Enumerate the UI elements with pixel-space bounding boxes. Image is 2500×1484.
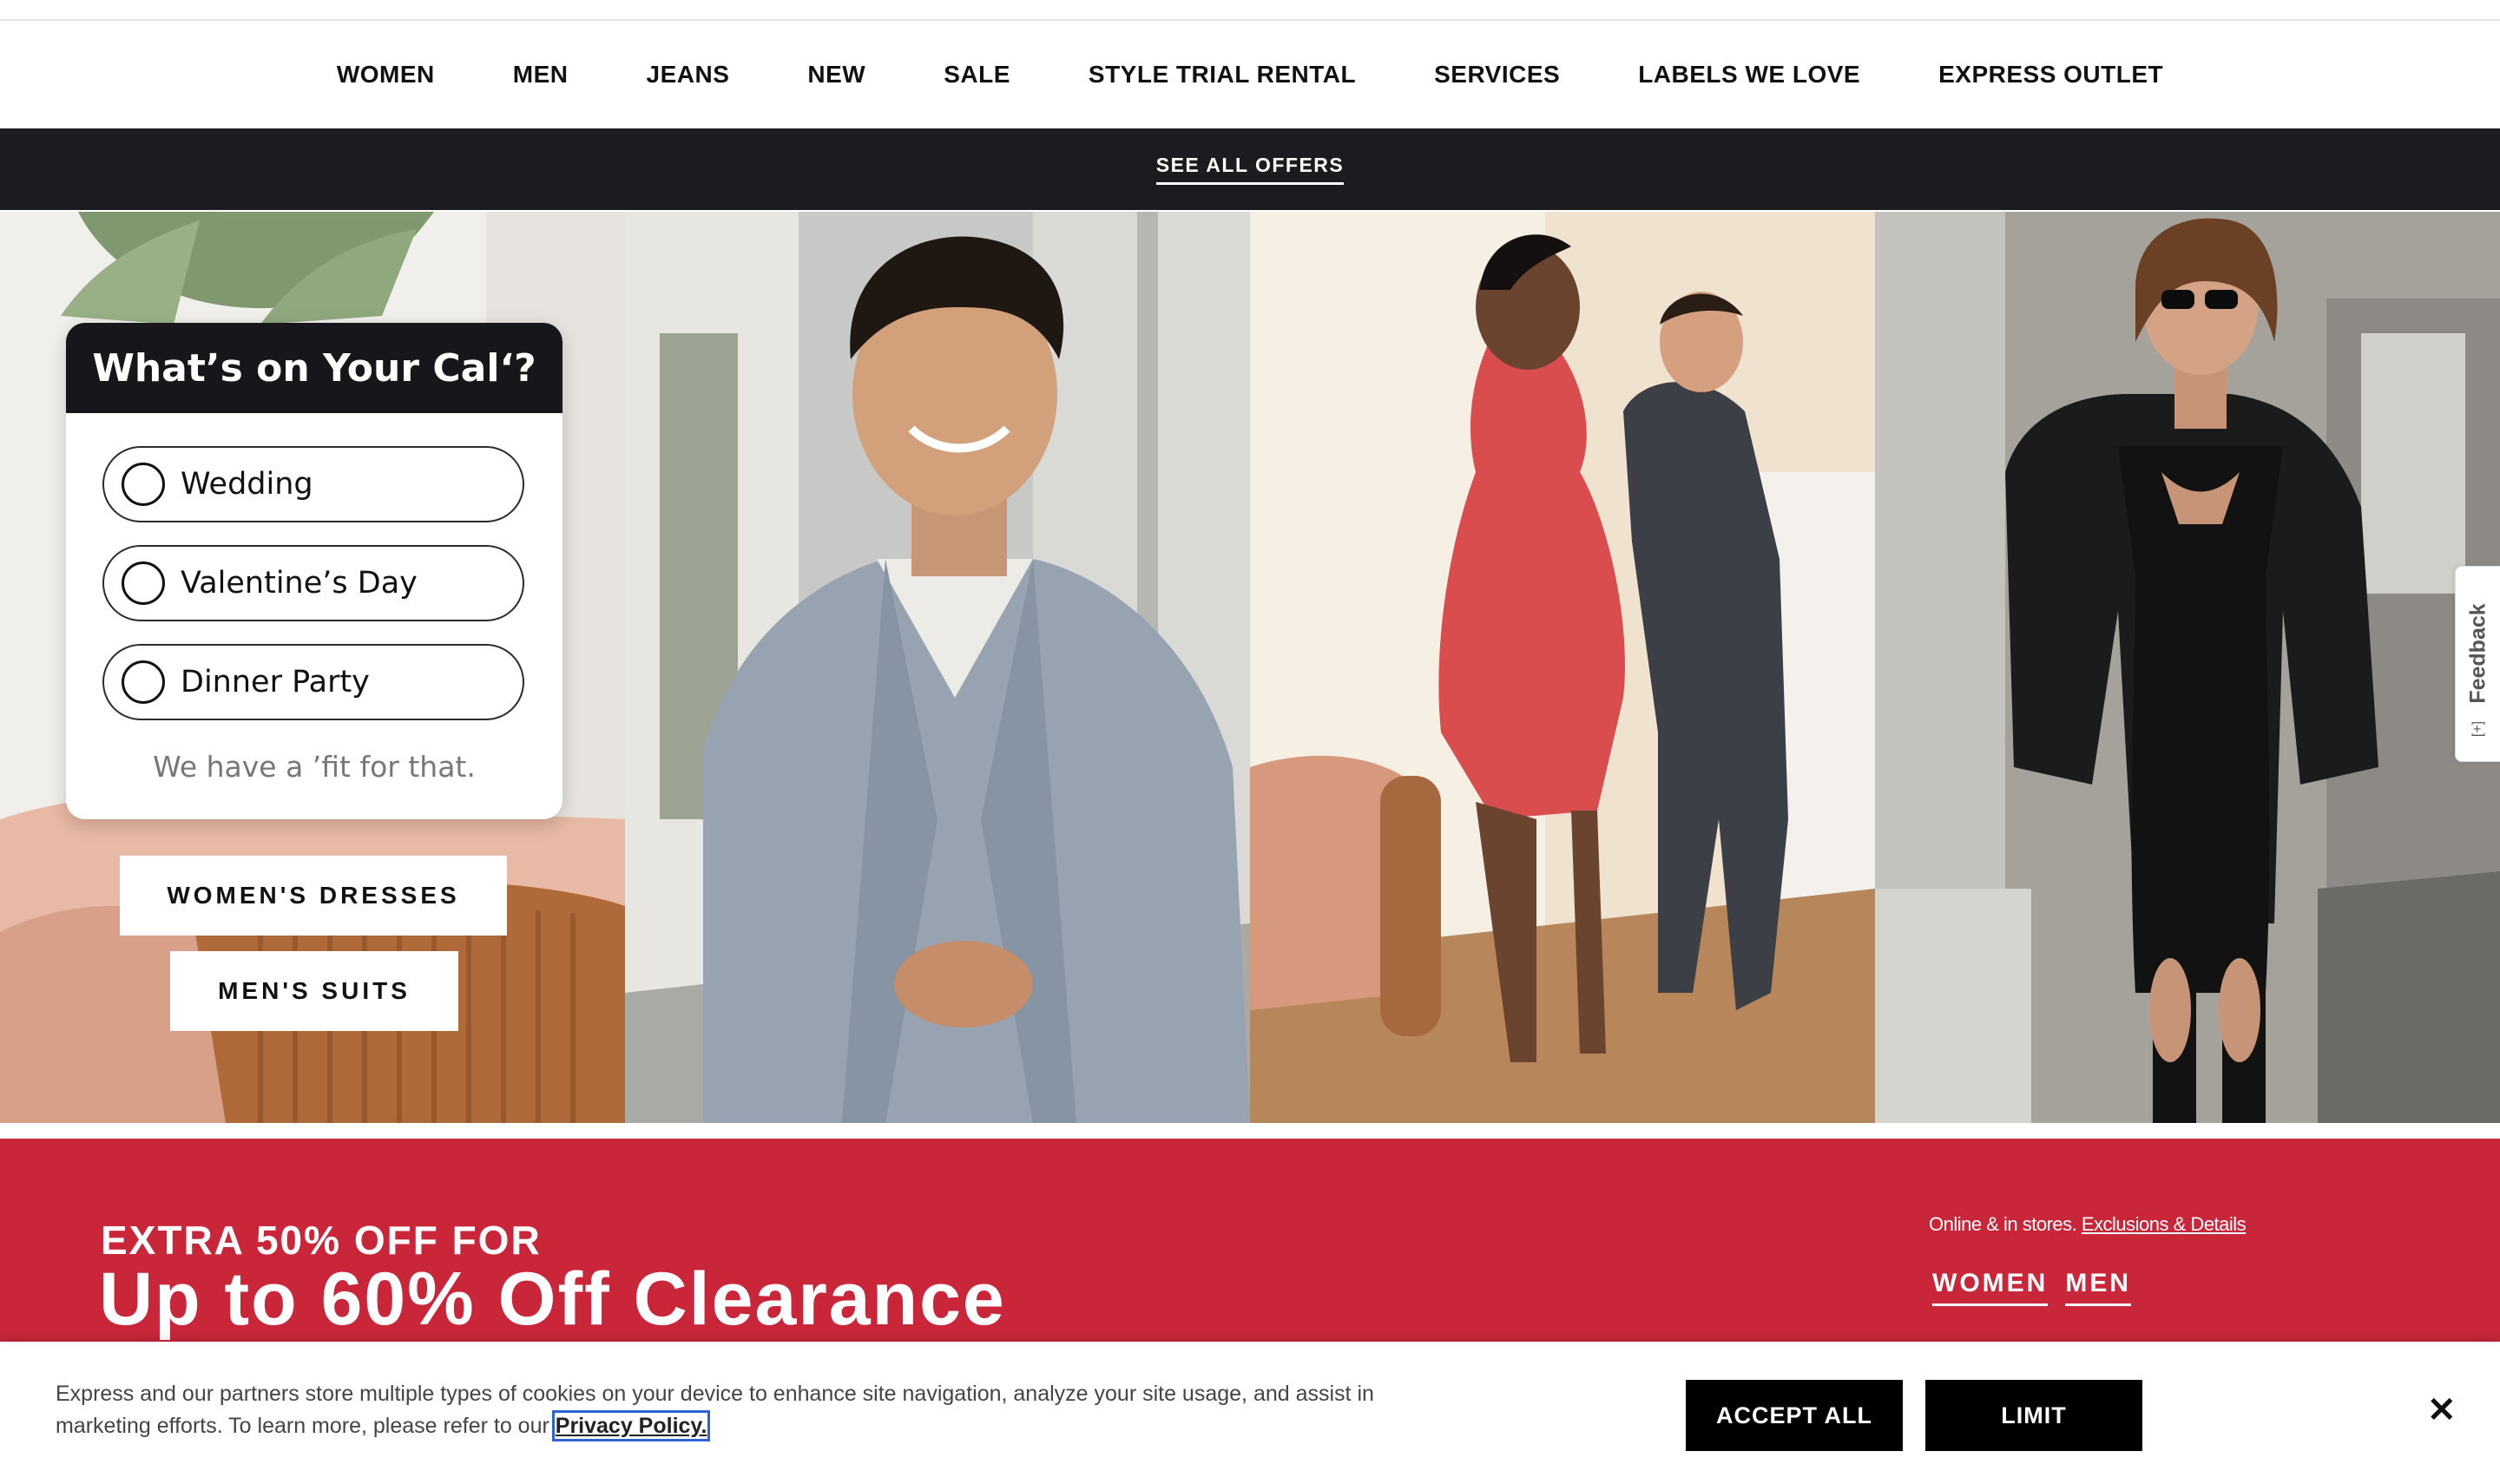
- couple-image: [1250, 212, 1875, 1123]
- exclusions-details-link[interactable]: Exclusions & Details: [2082, 1213, 2247, 1235]
- calendar-card-footer: We have a ’fit for that.: [153, 750, 476, 784]
- hero-tile-black-dress[interactable]: [1875, 212, 2500, 1123]
- nav-women[interactable]: WOMEN: [337, 61, 435, 89]
- calendar-card: What’s on Your Cal‘? Wedding Valentine’s…: [66, 323, 562, 819]
- nav-labels-we-love[interactable]: LABELS WE LOVE: [1638, 61, 1860, 89]
- promo-headline: Up to 60% Off Clearance: [99, 1257, 1006, 1341]
- feedback-label: Feedback: [2465, 603, 2490, 704]
- main-nav: WOMEN MEN JEANS NEW SALE STYLE TRIAL REN…: [0, 21, 2500, 128]
- close-icon[interactable]: ✕: [2427, 1390, 2457, 1430]
- radio-icon[interactable]: [122, 463, 165, 506]
- nav-men[interactable]: MEN: [513, 61, 569, 89]
- option-label: Wedding: [181, 467, 313, 502]
- cookie-banner: Express and our partners store multiple …: [0, 1342, 2500, 1484]
- calendar-card-title: What’s on Your Cal‘?: [66, 323, 562, 413]
- hero-tile-mens-suit[interactable]: [625, 212, 1250, 1123]
- radio-icon[interactable]: [122, 561, 165, 605]
- clearance-banner[interactable]: EXTRA 50% OFF FOR Up to 60% Off Clearanc…: [0, 1139, 2500, 1356]
- nav-express-outlet[interactable]: EXPRESS OUTLET: [1938, 61, 2163, 89]
- option-dinner-party[interactable]: Dinner Party: [102, 644, 524, 720]
- promo-men-link[interactable]: MEN: [2065, 1269, 2131, 1306]
- womens-dresses-button[interactable]: WOMEN'S DRESSES: [120, 856, 507, 936]
- nav-sale[interactable]: SALE: [944, 61, 1010, 89]
- promo-note-text: Online & in stores.: [1929, 1213, 2077, 1235]
- cookie-message-text: Express and our partners store multiple …: [56, 1382, 1374, 1438]
- promo-note: Online & in stores. Exclusions & Details: [1929, 1213, 2247, 1236]
- man-in-suit-image: [625, 212, 1250, 1123]
- promo-women-link[interactable]: WOMEN: [1932, 1269, 2049, 1306]
- mens-suits-button[interactable]: MEN'S SUITS: [170, 951, 458, 1031]
- nav-new[interactable]: NEW: [807, 61, 865, 89]
- feedback-tab[interactable]: Feedback [+]: [2455, 566, 2500, 762]
- promo-links: WOMEN MEN: [1932, 1269, 2131, 1306]
- radio-icon[interactable]: [122, 660, 165, 704]
- option-valentines-day[interactable]: Valentine’s Day: [102, 545, 524, 621]
- see-all-offers-link[interactable]: SEE ALL OFFERS: [1155, 154, 1345, 185]
- woman-black-dress-image: [1875, 212, 2500, 1123]
- privacy-policy-link[interactable]: Privacy Policy.: [551, 1410, 711, 1441]
- nav-jeans[interactable]: JEANS: [647, 61, 730, 89]
- cookie-message: Express and our partners store multiple …: [56, 1378, 1375, 1442]
- offers-bar: SEE ALL OFFERS: [0, 128, 2500, 210]
- expand-icon: [+]: [2470, 720, 2486, 738]
- nav-style-trial-rental[interactable]: STYLE TRIAL RENTAL: [1089, 61, 1356, 89]
- option-wedding[interactable]: Wedding: [102, 446, 524, 522]
- option-label: Valentine’s Day: [181, 566, 418, 601]
- nav-services[interactable]: SERVICES: [1434, 61, 1560, 89]
- option-label: Dinner Party: [181, 665, 370, 699]
- accept-all-button[interactable]: ACCEPT ALL: [1686, 1380, 1903, 1451]
- limit-button[interactable]: LIMIT: [1925, 1380, 2142, 1451]
- hero-tile-couple[interactable]: [1250, 212, 1875, 1123]
